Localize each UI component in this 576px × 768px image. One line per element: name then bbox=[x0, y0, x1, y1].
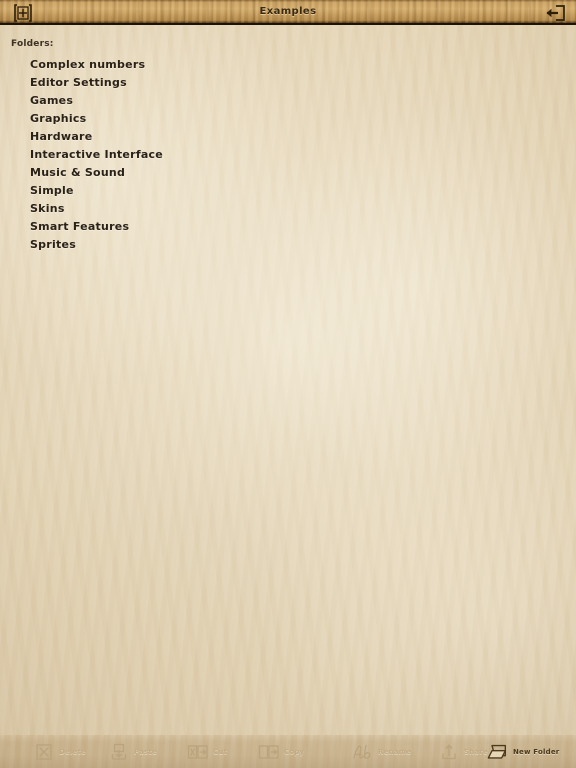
window-title: Examples bbox=[259, 6, 317, 17]
delete-label: Delete bbox=[59, 747, 86, 756]
add-plus-icon bbox=[13, 3, 33, 22]
new-folder-icon bbox=[487, 741, 509, 763]
paste-button[interactable]: Paste bbox=[108, 735, 157, 768]
list-item[interactable]: Simple bbox=[30, 182, 450, 200]
share-upload-icon bbox=[438, 741, 460, 763]
list-item[interactable]: Sprites bbox=[30, 236, 450, 254]
rename-label: Rename bbox=[378, 747, 412, 756]
add-button[interactable] bbox=[6, 0, 40, 25]
exit-button[interactable] bbox=[538, 0, 572, 25]
cut-icon bbox=[187, 741, 209, 763]
list-item[interactable]: Editor Settings bbox=[30, 74, 450, 92]
top-toolbar: Examples bbox=[0, 0, 576, 25]
copy-icon bbox=[258, 741, 280, 763]
new-folder-label: New Folder bbox=[513, 747, 560, 756]
delete-button[interactable]: Delete bbox=[33, 735, 86, 768]
cut-button[interactable]: Cut bbox=[187, 735, 227, 768]
paste-label: Paste bbox=[134, 747, 157, 756]
list-item[interactable]: Skins bbox=[30, 200, 450, 218]
bottom-toolbar: Delete Paste Cut Copy Rename Share New F… bbox=[0, 735, 576, 768]
folders-section-label: Folders: bbox=[11, 39, 54, 49]
rename-ab-icon bbox=[352, 741, 374, 763]
cut-label: Cut bbox=[213, 747, 228, 756]
paste-icon bbox=[108, 741, 130, 763]
copy-label: Copy bbox=[284, 747, 305, 756]
new-folder-button[interactable]: New Folder bbox=[487, 735, 559, 768]
list-item[interactable]: Music & Sound bbox=[30, 164, 450, 182]
list-item[interactable]: Games bbox=[30, 92, 450, 110]
list-item[interactable]: Graphics bbox=[30, 110, 450, 128]
copy-button[interactable]: Copy bbox=[258, 735, 304, 768]
exit-arrow-icon bbox=[544, 4, 566, 22]
delete-x-box-icon bbox=[33, 741, 55, 763]
folder-list: Complex numbers Editor Settings Games Gr… bbox=[30, 56, 450, 254]
list-item[interactable]: Smart Features bbox=[30, 218, 450, 236]
list-item[interactable]: Hardware bbox=[30, 128, 450, 146]
share-label: Share bbox=[464, 747, 488, 756]
app-screen: Examples Folders: Complex numbers Editor… bbox=[0, 0, 576, 768]
rename-button[interactable]: Rename bbox=[352, 735, 411, 768]
list-item[interactable]: Complex numbers bbox=[30, 56, 450, 74]
share-button[interactable]: Share bbox=[438, 735, 488, 768]
list-item[interactable]: Interactive Interface bbox=[30, 146, 450, 164]
